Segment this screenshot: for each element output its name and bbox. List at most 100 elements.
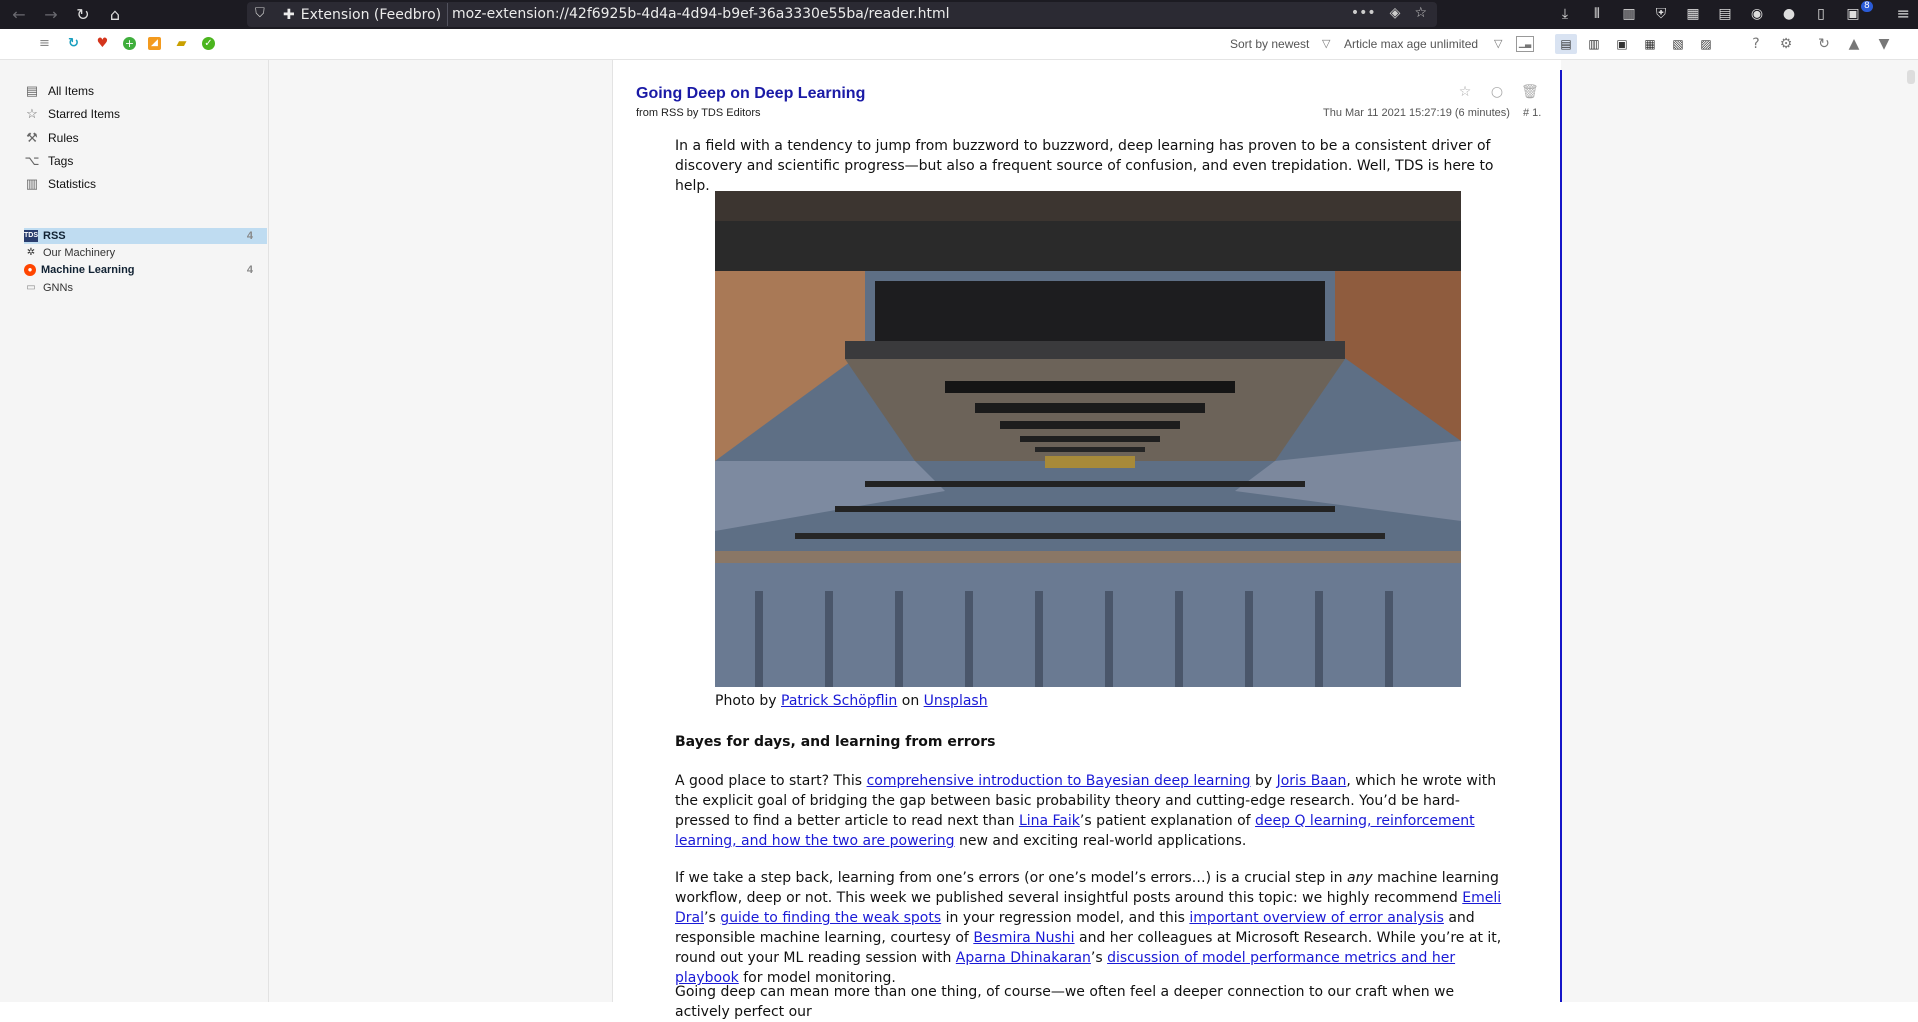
machinery-icon: ✲ [26,247,36,258]
pocket-icon[interactable]: ◈ [1390,5,1401,21]
article-focus-line [1560,70,1562,1002]
text: Going deep can mean more than one thing,… [675,984,1455,1020]
article-intro: In a field with a tendency to jump from … [675,136,1503,196]
library-icon[interactable]: ⫴ [1587,4,1607,24]
view-grid-icon[interactable]: ▦ [1639,34,1661,54]
sidebar-item-tags[interactable]: ⌥ Tags [24,151,74,171]
download-icon[interactable]: ⤓ [1555,4,1575,24]
page-icon[interactable]: ▯ [1811,4,1831,24]
sidebar-item-statistics[interactable]: ▥ Statistics [24,174,96,194]
max-age-dropdown-icon[interactable]: ▽ [1494,37,1502,50]
caption-text: Photo by [715,693,782,709]
emphasis: any [1346,870,1373,886]
puzzle-icon: ✚ [283,6,295,23]
mark-read-circle-icon[interactable]: ○ [1489,84,1505,100]
star-icon[interactable]: ☆ [1457,84,1473,100]
max-age-select[interactable]: Article max age unlimited [1344,37,1478,51]
text: ’s [704,910,721,926]
author-link[interactable]: Lina Faik [1019,813,1080,829]
feedbro-icon[interactable]: ▣ [1843,4,1863,24]
github-icon[interactable]: ● [1779,4,1799,24]
hamburger-menu-icon[interactable]: ≡ [1897,4,1910,23]
url-text[interactable]: moz-extension://42f6925b-4d4a-4d94-b9ef-… [452,6,950,22]
star-icon: ☆ [26,106,38,121]
extension-chip[interactable]: ✚ Extension (Feedbro) [277,3,449,26]
folder-icon: ▭ [26,282,36,293]
shield-icon[interactable]: ⛉ [255,6,265,21]
feed-label: Our Machinery [43,247,116,259]
caption-text: on [897,693,924,709]
article-source: from RSS by TDS Editors [636,107,761,119]
ruler-icon[interactable]: ▤ [1715,4,1735,24]
caption-author-link[interactable]: Patrick Schöpflin [781,693,897,709]
more-icon[interactable]: ••• [1351,5,1376,21]
sort-select[interactable]: Sort by newest [1230,37,1309,51]
url-bar[interactable]: ⛉ ✚ Extension (Feedbro) moz-extension://… [247,2,1437,27]
back-icon[interactable]: ← [8,4,30,26]
extension-label: Extension (Feedbro) [300,6,442,23]
feed-item-machine-learning[interactable]: ● Machine Learning 4 [24,262,267,278]
text: If we take a step back, learning from on… [675,870,1347,886]
author-link[interactable]: Aparna Dhinakaran [956,950,1091,966]
sidebar-icon[interactable]: ▥ [1619,4,1639,24]
view-full-icon[interactable]: ▤ [1555,34,1577,54]
view-list-icon[interactable]: ▧ [1667,34,1689,54]
feed-item-rss[interactable]: TDS RSS 4 [24,228,267,244]
help-icon[interactable]: ? [1747,35,1765,53]
view-headline-icon[interactable]: ▥ [1583,34,1605,54]
settings-icon[interactable]: ⚙ [1777,35,1795,53]
sidebar-item-label: Tags [48,154,74,168]
reload-view-icon[interactable]: ↻ [1815,35,1833,53]
staircase-image [715,191,1461,687]
article-pane: Going Deep on Deep Learning from RSS by … [612,60,1561,1020]
caption-site-link[interactable]: Unsplash [924,693,988,709]
folder-add-icon[interactable]: ▰ [173,35,190,52]
feed-item-our-machinery[interactable]: ✲ Our Machinery [24,245,267,261]
bayesian-link[interactable]: comprehensive introduction to Bayesian d… [867,773,1251,789]
account-icon[interactable]: ◉ [1747,4,1767,24]
article-title[interactable]: Going Deep on Deep Learning [636,85,865,103]
weak-spots-link[interactable]: guide to finding the weak spots [720,910,941,926]
home-icon[interactable]: ⌂ [104,4,126,26]
notification-badge: 8 [1861,1,1873,12]
sidebar-item-label: Starred Items [48,107,121,121]
next-article-icon[interactable]: ▼ [1875,35,1893,53]
trash-icon[interactable]: 🗑 [1521,84,1539,100]
tag-icon: ⌥ [24,153,40,168]
text: A good place to start? This [675,773,867,789]
rss-icon[interactable]: ◢ [148,37,161,50]
sidebar: ▤ All Items ☆ Starred Items ⚒ Rules ⌥ Ta… [0,60,269,1002]
article-photo [715,191,1461,687]
intro-paragraph: In a field with a tendency to jump from … [675,138,1494,194]
author-link[interactable]: Besmira Nushi [973,930,1074,946]
reload-icon[interactable]: ↻ [72,4,94,26]
scrollbar[interactable] [1907,70,1915,84]
chart-icon: ▥ [25,176,39,191]
chart-icon[interactable]: ▁▃ [1516,36,1534,52]
heart-icon[interactable]: ♥ [94,35,111,52]
reddit-icon: ● [24,264,36,276]
sidebar-item-label: Statistics [48,177,97,191]
sort-dropdown-icon[interactable]: ▽ [1322,37,1330,50]
feed-label: Machine Learning [41,264,135,276]
view-magazine-icon[interactable]: ▨ [1695,34,1717,54]
refresh-feeds-icon[interactable]: ↻ [65,35,82,52]
sidebar-item-starred[interactable]: ☆ Starred Items [24,104,120,124]
extensions-grid-icon[interactable]: ▦ [1683,4,1703,24]
menu-icon[interactable]: ≡ [36,35,53,52]
article-date: Thu Mar 11 2021 15:27:19 (6 minutes) [1323,107,1510,119]
forward-icon[interactable]: → [40,4,62,26]
content-margin-left [269,60,612,1002]
ublock-icon[interactable]: ⛨ [1651,4,1671,24]
feed-item-gnns[interactable]: ▭ GNNs [24,280,267,296]
sidebar-item-rules[interactable]: ⚒ Rules [24,128,79,148]
view-thumb-icon[interactable]: ▣ [1611,34,1633,54]
error-analysis-link[interactable]: important overview of error analysis [1189,910,1444,926]
prev-article-icon[interactable]: ▲ [1845,35,1863,53]
mark-read-icon[interactable]: ✓ [202,37,215,50]
sidebar-item-all-items[interactable]: ▤ All Items [24,81,94,101]
bookmark-star-icon[interactable]: ☆ [1414,5,1427,21]
add-feed-icon[interactable]: + [123,37,136,50]
text: by [1250,773,1277,789]
author-link[interactable]: Joris Baan [1277,773,1347,789]
